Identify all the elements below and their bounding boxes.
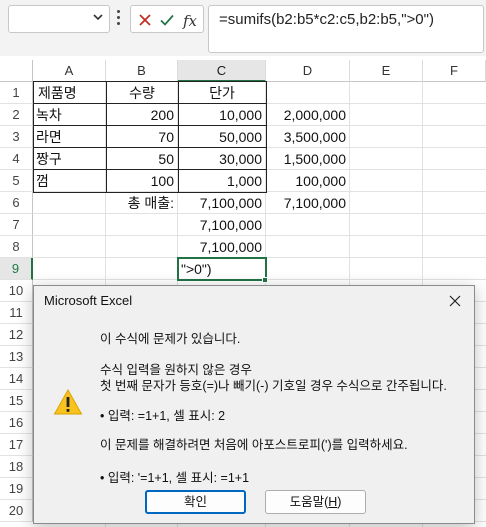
select-all-corner[interactable]: [0, 60, 33, 82]
row-header-9[interactable]: 9: [0, 258, 33, 280]
dialog-example-2: • 입력: '=1+1, 셀 표시: =1+1: [100, 471, 250, 485]
cell-b3[interactable]: 70: [106, 126, 178, 148]
row-header-11[interactable]: 11: [0, 302, 33, 324]
cell-a3[interactable]: 라면: [33, 126, 106, 148]
help-label-key: H: [328, 495, 338, 509]
ok-button[interactable]: 확인: [145, 490, 246, 514]
cell-b1[interactable]: 수량: [106, 82, 178, 104]
dialog-body: 이 수식에 문제가 있습니다. 수식 입력을 원하지 않은 경우 첫 번째 문자…: [34, 316, 474, 486]
cell-b5[interactable]: 100: [106, 170, 178, 192]
chevron-down-icon[interactable]: [93, 12, 103, 22]
cell-a5[interactable]: 껌: [33, 170, 106, 192]
cell-c9[interactable]: ">0"): [178, 258, 266, 280]
row-header-6[interactable]: 6: [0, 192, 33, 214]
cell-b2[interactable]: 200: [106, 104, 178, 126]
cell-c1[interactable]: 단가: [178, 82, 266, 104]
cell-b4[interactable]: 50: [106, 148, 178, 170]
cancel-icon[interactable]: [137, 12, 153, 28]
row-header-15[interactable]: 15: [0, 390, 33, 412]
column-header-b[interactable]: B: [106, 60, 178, 82]
cell-c5[interactable]: 1,000: [178, 170, 266, 192]
formula-input[interactable]: =sumifs(b2:b5*c2:c5,b2:b5,">0"): [208, 5, 484, 53]
row-header-18[interactable]: 18: [0, 456, 33, 478]
cell-d4[interactable]: 1,500,000: [266, 148, 350, 170]
close-icon[interactable]: [442, 290, 468, 312]
cell-c7[interactable]: 7,100,000: [178, 214, 266, 236]
help-label-prefix: 도움말(: [289, 495, 329, 509]
cell-c4[interactable]: 30,000: [178, 148, 266, 170]
cell-d6[interactable]: 7,100,000: [266, 192, 350, 214]
name-box[interactable]: [8, 5, 110, 33]
column-header-f[interactable]: F: [423, 60, 486, 82]
row-header-13[interactable]: 13: [0, 346, 33, 368]
row-header-12[interactable]: 12: [0, 324, 33, 346]
cell-b6[interactable]: 총 매출:: [106, 192, 178, 214]
cell-c6[interactable]: 7,100,000: [178, 192, 266, 214]
help-label-suffix: ): [337, 495, 342, 509]
cell-c2[interactable]: 10,000: [178, 104, 266, 126]
dialog-title: Microsoft Excel: [44, 293, 133, 308]
column-header-d[interactable]: D: [266, 60, 350, 82]
cell-a4[interactable]: 짱구: [33, 148, 106, 170]
enter-check-icon[interactable]: [159, 12, 175, 28]
error-dialog: Microsoft Excel 이 수식에 문제가 있습니다. 수식 입력을 원…: [33, 285, 475, 524]
cell-d2[interactable]: 2,000,000: [266, 104, 350, 126]
row-header-17[interactable]: 17: [0, 434, 33, 456]
dialog-message-line: 이 문제를 해결하려면 처음에 아포스트로피(')를 입력하세요.: [100, 438, 408, 452]
formula-buttons: fx: [130, 5, 204, 33]
row-header-19[interactable]: 19: [0, 478, 33, 500]
dialog-message-title: 이 수식에 문제가 있습니다.: [100, 332, 241, 346]
cell-c3[interactable]: 50,000: [178, 126, 266, 148]
row-header-5[interactable]: 5: [0, 170, 33, 192]
row-header-2[interactable]: 2: [0, 104, 33, 126]
column-header-e[interactable]: E: [350, 60, 423, 82]
fill-handle[interactable]: [262, 277, 268, 283]
column-header-a[interactable]: A: [33, 60, 106, 82]
row-header-1[interactable]: 1: [0, 82, 33, 104]
cell-c8[interactable]: 7,100,000: [178, 236, 266, 258]
formula-bar: fx =sumifs(b2:b5*c2:c5,b2:b5,">0"): [0, 0, 486, 56]
row-header-10[interactable]: 10: [0, 280, 33, 302]
help-button[interactable]: 도움말(H): [265, 490, 366, 514]
row-header-4[interactable]: 4: [0, 148, 33, 170]
more-options-icon[interactable]: [117, 10, 121, 26]
warning-icon: [53, 388, 83, 415]
insert-function-icon[interactable]: fx: [183, 12, 197, 30]
cell-d3[interactable]: 3,500,000: [266, 126, 350, 148]
row-header-8[interactable]: 8: [0, 236, 33, 258]
row-header-14[interactable]: 14: [0, 368, 33, 390]
column-header-c[interactable]: C: [178, 60, 266, 82]
dialog-message-line: 첫 번째 문자가 등호(=)나 빼기(-) 기호일 경우 수식으로 간주됩니다.: [100, 379, 447, 393]
dialog-example-1: • 입력: =1+1, 셀 표시: 2: [100, 409, 226, 423]
cell-a1[interactable]: 제품명: [33, 82, 106, 104]
row-header-7[interactable]: 7: [0, 214, 33, 236]
row-header-20[interactable]: 20: [0, 500, 33, 522]
cell-a2[interactable]: 녹차: [33, 104, 106, 126]
cell-d5[interactable]: 100,000: [266, 170, 350, 192]
row-header-16[interactable]: 16: [0, 412, 33, 434]
row-header-3[interactable]: 3: [0, 126, 33, 148]
